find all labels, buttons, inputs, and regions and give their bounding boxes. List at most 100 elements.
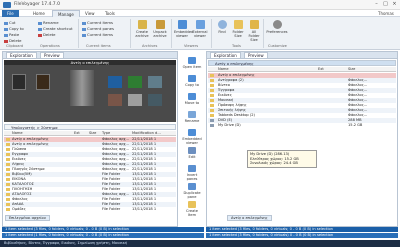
server-image: [70, 70, 94, 106]
folder-icon: [210, 73, 214, 77]
panes-icon: [82, 27, 86, 31]
col-type[interactable]: Type: [102, 131, 110, 136]
action-icon: [188, 183, 196, 190]
action-icon: [188, 147, 196, 154]
paste-button[interactable]: Paste: [4, 32, 19, 37]
tab-exploration-right[interactable]: Exploration: [210, 52, 241, 59]
gear-icon: [272, 20, 282, 29]
col-size[interactable]: Size: [89, 131, 96, 136]
folder-icon: [6, 167, 10, 171]
tab-file[interactable]: File: [2, 10, 19, 17]
group-current-items-label: Current items: [86, 44, 111, 48]
current-items2-button[interactable]: Current items: [82, 32, 113, 37]
unpack-archive-button[interactable]: Unpack archive: [152, 20, 168, 38]
taskbar: Βιβλιοθήκες, Βίντεο, Έγγραφα, Εικόνες, Σ…: [0, 240, 400, 247]
folder-icon: [6, 202, 10, 206]
col-ext[interactable]: Ext: [74, 131, 80, 136]
all-folder-size-icon: [249, 20, 259, 29]
tab-exploration-left[interactable]: Exploration: [6, 52, 37, 59]
folder-icon: [6, 137, 10, 141]
minimize-button[interactable]: –: [372, 1, 381, 8]
ribbon: Cut Copy to Paste Delete Clipboard Renam…: [0, 17, 400, 50]
preferences-button[interactable]: Preferences: [266, 20, 288, 34]
external-viewer-button[interactable]: External viewer: [192, 20, 208, 38]
middle-button-label: Copy to: [185, 83, 199, 87]
rename-button[interactable]: Rename: [38, 20, 59, 25]
delete-label: Delete: [9, 38, 22, 43]
create-archive-button[interactable]: Create archive: [134, 20, 150, 38]
col-modified[interactable]: Modification d...: [132, 131, 161, 136]
middle-button[interactable]: Invert panes: [182, 165, 202, 181]
tab-tools[interactable]: Tools: [100, 10, 120, 17]
ribbon-separator: [211, 19, 212, 48]
middle-button[interactable]: Open item: [182, 57, 202, 69]
middle-button[interactable]: Create Item: [182, 201, 202, 217]
copy-icon: [4, 27, 8, 31]
col-ext[interactable]: Ext: [318, 67, 324, 72]
tab-preview-right[interactable]: Preview: [244, 52, 268, 59]
group-tools-label: Tools: [232, 44, 241, 48]
current-panes-button[interactable]: Current panes: [82, 26, 114, 31]
copy-to-label: Copy to: [9, 26, 24, 31]
cut-button[interactable]: Cut: [4, 20, 16, 25]
col-size[interactable]: Size: [348, 67, 355, 72]
ribbon-separator: [263, 19, 264, 48]
left-address-bar[interactable]: Υπολογιστής > Σύστημα: [4, 124, 176, 130]
middle-button[interactable]: Move to: [182, 93, 202, 105]
middle-button-label: Edit: [188, 155, 196, 159]
drive-icon: [210, 123, 214, 127]
close-button[interactable]: ×: [390, 1, 399, 8]
preview-thumbnail: [108, 76, 122, 88]
current-items-button[interactable]: Current items: [82, 20, 113, 25]
rename-icon: [38, 21, 42, 25]
left-bottom-tab[interactable]: Επιλεγμένοι αρχείου: [5, 215, 50, 221]
user-name[interactable]: Thomas: [378, 11, 394, 16]
external-viewer-icon: [195, 20, 205, 29]
middle-button[interactable]: Rename: [182, 111, 202, 123]
preview-title: Αντίγ ο επιλεγμένης: [4, 60, 176, 65]
all-folder-size-button[interactable]: All Folder Size: [246, 20, 262, 42]
tab-manage[interactable]: Manage: [52, 10, 80, 17]
middle-button[interactable]: Embedded viewer: [182, 129, 202, 145]
table-cell: File Folder: [102, 207, 121, 211]
right-bottom-tab[interactable]: Αντίγ ο επιλεγμένης: [227, 215, 272, 221]
group-operations-label: Operations: [40, 44, 60, 48]
col-name[interactable]: Name: [218, 67, 229, 72]
current-panes-label: Current panes: [87, 26, 114, 31]
maximize-button[interactable]: □: [381, 1, 390, 8]
embedded-viewer-label: Embedded viewer: [174, 30, 194, 38]
cut-icon: [4, 21, 8, 25]
preview-thumbnail: [148, 76, 162, 88]
folder-size-button[interactable]: Folder Size: [230, 20, 246, 38]
middle-button[interactable]: Copy to: [182, 75, 202, 87]
unpack-archive-label: Unpack archive: [153, 30, 167, 38]
tab-preview-left[interactable]: Preview: [40, 52, 64, 59]
right-address-bar[interactable]: Αντίγ ο επιλεγμένης: [208, 60, 396, 66]
folder-icon: [210, 83, 214, 87]
delete2-button[interactable]: Delete: [38, 32, 55, 37]
folder-size-icon: [233, 20, 243, 29]
folder-icon: [210, 98, 214, 102]
current-items-label: Current items: [87, 20, 114, 25]
bottom-status-bar: 1 item selected (1 files, 0 folders, 0 v…: [2, 233, 204, 238]
tooltip-line: Συνολικός χώρος: 24.4 GB: [250, 161, 298, 165]
drive-tooltip: My Drive (D) (286.13) Ελεύθερος χώρος: 1…: [247, 150, 317, 168]
group-archives-label: Archives: [142, 44, 158, 48]
col-name[interactable]: Name: [12, 131, 23, 136]
delete-button[interactable]: Delete: [4, 38, 21, 43]
copy-to-button[interactable]: Copy to: [4, 26, 24, 31]
folder-icon: [210, 103, 214, 107]
left-column-headers: Name Ext Size Type Modification d...: [4, 131, 176, 136]
tab-home[interactable]: Home: [28, 10, 50, 17]
embedded-viewer-button[interactable]: Embedded viewer: [174, 20, 194, 38]
middle-button[interactable]: Duplicate pane: [182, 183, 202, 199]
middle-button[interactable]: Edit: [182, 147, 202, 159]
table-row[interactable]: My Drive (D) 15.2 GB: [208, 123, 396, 128]
tab-view[interactable]: View: [80, 10, 100, 17]
middle-button-label: Invert panes: [186, 173, 198, 181]
folder-icon: [210, 93, 214, 97]
middle-button-label: Move to: [184, 101, 200, 105]
create-shortcut-button[interactable]: Create shortcut: [38, 26, 73, 31]
table-row[interactable]: Ομάδες File Folder 13/11/2018 1: [4, 207, 176, 212]
find-button[interactable]: Find: [214, 20, 230, 34]
